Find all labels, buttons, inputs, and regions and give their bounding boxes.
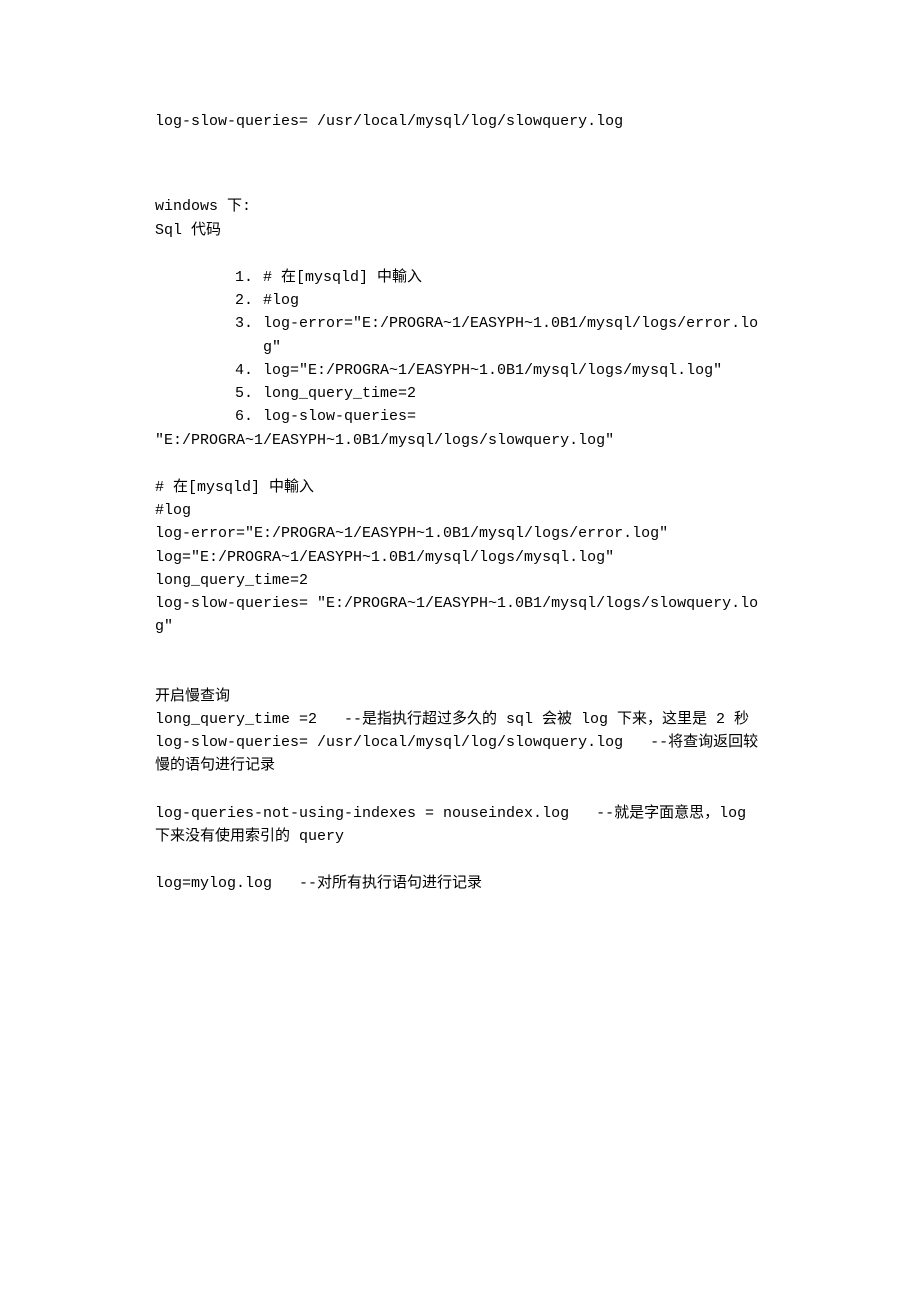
- spacer: [155, 778, 765, 802]
- spacer: [155, 242, 765, 266]
- code-line: log-slow-queries= /usr/local/mysql/log/s…: [155, 731, 765, 778]
- sql-label-text: Sql 代码: [155, 222, 221, 239]
- code-line: #log: [155, 499, 765, 522]
- windows-heading-text: windows 下:: [155, 198, 251, 215]
- list-item: long_query_time=2: [235, 382, 765, 405]
- code-line: # 在[mysqld] 中輸入: [155, 476, 765, 499]
- spacer: [155, 133, 765, 195]
- code-line: log="E:/PROGRA~1/EASYPH~1.0B1/mysql/logs…: [155, 546, 765, 569]
- code-line: log-error="E:/PROGRA~1/EASYPH~1.0B1/mysq…: [155, 522, 765, 545]
- spacer: [155, 848, 765, 872]
- code-list: # 在[mysqld] 中輸入 #log log-error="E:/PROGR…: [235, 266, 765, 429]
- list-item: # 在[mysqld] 中輸入: [235, 266, 765, 289]
- code-list-continuation: "E:/PROGRA~1/EASYPH~1.0B1/mysql/logs/slo…: [155, 429, 765, 452]
- code-line: long_query_time=2: [155, 569, 765, 592]
- sql-label: Sql 代码: [155, 219, 765, 242]
- windows-heading: windows 下:: [155, 195, 765, 218]
- code-line: log=mylog.log --对所有执行语句进行记录: [155, 872, 765, 895]
- code-line: long_query_time =2 --是指执行超过多久的 sql 会被 lo…: [155, 708, 765, 731]
- list-item: #log: [235, 289, 765, 312]
- list-item: log-slow-queries=: [235, 405, 765, 428]
- code-line: log-slow-queries= "E:/PROGRA~1/EASYPH~1.…: [155, 592, 765, 639]
- spacer: [155, 639, 765, 685]
- spacer: [155, 452, 765, 476]
- list-item: log="E:/PROGRA~1/EASYPH~1.0B1/mysql/logs…: [235, 359, 765, 382]
- code-line: log-queries-not-using-indexes = nouseind…: [155, 802, 765, 849]
- slow-query-heading: 开启慢查询: [155, 685, 765, 708]
- line-top: log-slow-queries= /usr/local/mysql/log/s…: [155, 110, 765, 133]
- list-item: log-error="E:/PROGRA~1/EASYPH~1.0B1/mysq…: [235, 312, 765, 359]
